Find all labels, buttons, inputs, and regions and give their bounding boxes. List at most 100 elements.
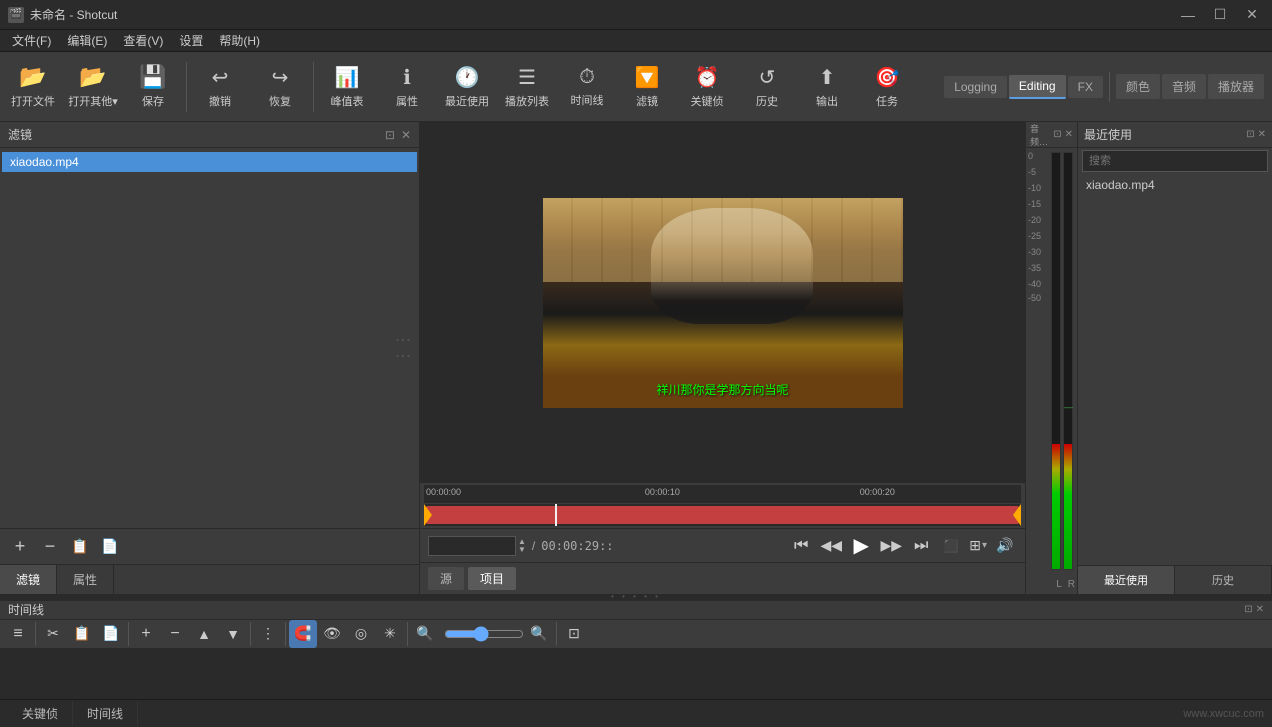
filter-paste-button[interactable]: 📄	[98, 535, 122, 559]
menu-view[interactable]: 查看(V)	[115, 30, 171, 51]
filters-close-icon[interactable]: ✕	[401, 128, 411, 142]
mark-button[interactable]: ⬛	[939, 534, 963, 558]
close-button[interactable]: ✕	[1240, 3, 1264, 27]
timeline-float-icon[interactable]: ⊡	[1244, 604, 1252, 615]
history-icon: ↺	[759, 65, 776, 90]
mode-tab-editing[interactable]: Editing	[1009, 75, 1066, 99]
tl-split-button[interactable]: ⋮	[254, 620, 282, 648]
main-toolbar: 📂 打开文件 📂 打开其他▾ 💾 保存 ↩ 撤销 ↪ 恢复 📊 峰值表 ℹ 属性…	[0, 52, 1272, 122]
zoom-slider[interactable]	[444, 626, 524, 642]
tl-lift-button[interactable]: ▲	[190, 620, 218, 648]
recently-used-item[interactable]: xiaodao.mp4	[1078, 174, 1272, 196]
maximize-button[interactable]: ☐	[1208, 3, 1232, 27]
tab-history[interactable]: 历史	[1175, 566, 1272, 594]
mode-tab-logging[interactable]: Logging	[944, 76, 1007, 98]
go-start-button[interactable]: ⏮	[789, 534, 813, 558]
tl-add-button[interactable]: +	[132, 620, 160, 648]
audio-close-icon[interactable]: ✕	[1065, 129, 1073, 140]
prev-frame-button[interactable]: ◀◀	[819, 534, 843, 558]
filter-remove-button[interactable]: −	[38, 535, 62, 559]
tl-snap-button[interactable]: 🧲	[289, 620, 317, 648]
timeline-playhead[interactable]	[555, 504, 557, 526]
tl-ripple-button[interactable]: 👁	[318, 620, 346, 648]
export-button[interactable]: ⬆ 输出	[798, 56, 856, 118]
timeline-button[interactable]: ⏱ 时间线	[558, 56, 616, 118]
filter-add-button[interactable]: +	[8, 535, 32, 559]
history-button[interactable]: ↺ 历史	[738, 56, 796, 118]
toolbar-separator-2	[313, 62, 314, 112]
mode-tab-fx[interactable]: FX	[1068, 76, 1103, 98]
tl-ripple-all-button[interactable]: ◎	[347, 620, 375, 648]
tl-zoom-out-button[interactable]: 🔍	[411, 620, 439, 648]
next-frame-button[interactable]: ▶▶	[879, 534, 903, 558]
tc-separator: /	[532, 539, 535, 553]
keyframes-button[interactable]: ⏰ 关键侦	[678, 56, 736, 118]
search-input[interactable]	[1082, 150, 1268, 172]
playlist-button[interactable]: ☰ 播放列表	[498, 56, 556, 118]
recent-float-icon[interactable]: ⊡	[1246, 129, 1254, 140]
audio-meter-title: 音频…	[1030, 122, 1053, 148]
tab-properties[interactable]: 属性	[57, 565, 114, 594]
open-other-button[interactable]: 📂 打开其他▾	[64, 56, 122, 118]
audio-float-icon[interactable]: ⊡	[1053, 129, 1061, 140]
menu-settings[interactable]: 设置	[171, 30, 211, 51]
left-panel: 滤镜 ⊡ ✕ xiaodao.mp4 ⋮⋮ + − 📋	[0, 122, 420, 594]
tl-remove-button[interactable]: −	[161, 620, 189, 648]
tab-recently-used[interactable]: 最近使用	[1078, 566, 1175, 594]
tl-zoom-fit-button[interactable]: ⊡	[560, 620, 588, 648]
keyframes-label: 关键侦	[691, 93, 724, 109]
undo-button[interactable]: ↩ 撤销	[191, 56, 249, 118]
redo-button[interactable]: ↪ 恢复	[251, 56, 309, 118]
jobs-button[interactable]: 🎯 任务	[858, 56, 916, 118]
go-end-button[interactable]: ⏭	[909, 534, 933, 558]
save-button[interactable]: 💾 保存	[124, 56, 182, 118]
save-label: 保存	[142, 93, 164, 109]
tab-project[interactable]: 项目	[468, 567, 516, 590]
recent-button[interactable]: 🕐 最近使用	[438, 56, 496, 118]
scale-20: -20	[1028, 216, 1041, 225]
filter-copy-button[interactable]: 📋	[68, 535, 92, 559]
filters-button[interactable]: 🔽 滤镜	[618, 56, 676, 118]
grid-menu-button[interactable]: ⊞ ▾	[969, 537, 987, 554]
recent-icon: 🕐	[455, 65, 480, 90]
menu-edit[interactable]: 编辑(E)	[59, 30, 115, 51]
timecode-up-btn[interactable]: ▲▼	[518, 538, 526, 554]
menubar: 文件(F) 编辑(E) 查看(V) 设置 帮助(H)	[0, 30, 1272, 52]
playlist-icon: ☰	[518, 65, 536, 90]
sub-tab-color[interactable]: 颜色	[1116, 74, 1160, 99]
recent-label: 最近使用	[445, 93, 489, 109]
tl-overwrite-button[interactable]: ▼	[219, 620, 247, 648]
play-button[interactable]: ▶	[849, 534, 873, 558]
audio-button[interactable]: 🔊	[993, 534, 1017, 558]
timeline-toolbar: ≡ ✂ 📋 📄 + − ▲ ▼ ⋮ 🧲 👁 ◎ ✳ 🔍 🔍 ⊡	[0, 620, 1272, 649]
tl-zoom-in-button[interactable]: 🔍	[525, 620, 553, 648]
video-preview: 祥川那你是学那方向当呢	[543, 198, 903, 408]
tab-keyframes[interactable]: 关键侦	[8, 701, 73, 726]
tl-mix-button[interactable]: ✳	[376, 620, 404, 648]
tab-source[interactable]: 源	[428, 567, 464, 590]
peaks-button[interactable]: 📊 峰值表	[318, 56, 376, 118]
timecode-input[interactable]: 00:00:06:02	[428, 536, 516, 556]
recent-close-icon[interactable]: ✕	[1258, 129, 1266, 140]
properties-button[interactable]: ℹ 属性	[378, 56, 436, 118]
menu-help[interactable]: 帮助(H)	[211, 30, 268, 51]
filters-float-icon[interactable]: ⊡	[385, 128, 395, 142]
filter-list-item[interactable]: xiaodao.mp4	[2, 152, 417, 172]
scale-30: -30	[1028, 248, 1041, 257]
recently-used-title: 最近使用	[1084, 126, 1132, 143]
menu-file[interactable]: 文件(F)	[4, 30, 59, 51]
open-file-button[interactable]: 📂 打开文件	[4, 56, 62, 118]
tl-sep-6	[556, 622, 557, 646]
minimize-button[interactable]: —	[1176, 3, 1200, 27]
tl-cut-button[interactable]: ✂	[39, 620, 67, 648]
scale-35: -35	[1028, 264, 1041, 273]
sub-tab-audio[interactable]: 音频	[1162, 74, 1206, 99]
tl-menu-button[interactable]: ≡	[4, 620, 32, 648]
tl-paste-button[interactable]: 📄	[97, 620, 125, 648]
lr-label: LR	[1056, 579, 1075, 590]
tab-timeline[interactable]: 时间线	[73, 701, 138, 726]
tab-filters[interactable]: 滤镜	[0, 565, 57, 594]
tl-copy-button[interactable]: 📋	[68, 620, 96, 648]
sub-tab-player[interactable]: 播放器	[1208, 74, 1264, 99]
timeline-close-icon[interactable]: ✕	[1256, 604, 1264, 615]
